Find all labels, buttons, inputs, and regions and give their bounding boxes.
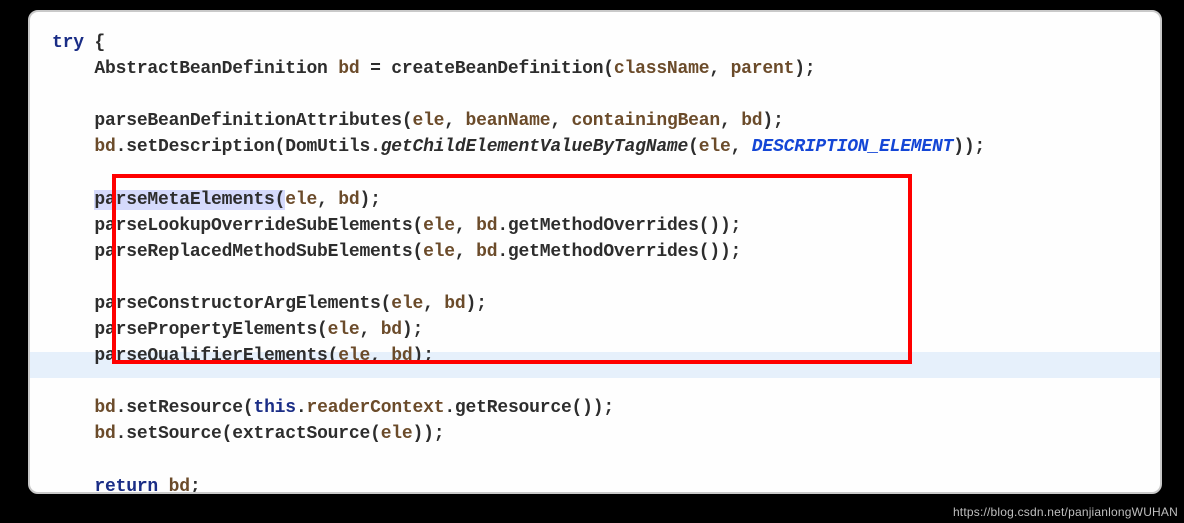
- keyword-return: return: [94, 477, 158, 494]
- keyword-try: try: [52, 33, 84, 53]
- code-block[interactable]: try { AbstractBeanDefinition bd = create…: [52, 30, 1138, 494]
- keyword-this: this: [253, 398, 295, 418]
- code-card: try { AbstractBeanDefinition bd = create…: [28, 10, 1162, 494]
- code-content[interactable]: try { AbstractBeanDefinition bd = create…: [52, 30, 1138, 494]
- selected-text: parseMetaElements(: [94, 190, 285, 210]
- watermark-text: https://blog.csdn.net/panjianlongWUHAN: [953, 505, 1178, 519]
